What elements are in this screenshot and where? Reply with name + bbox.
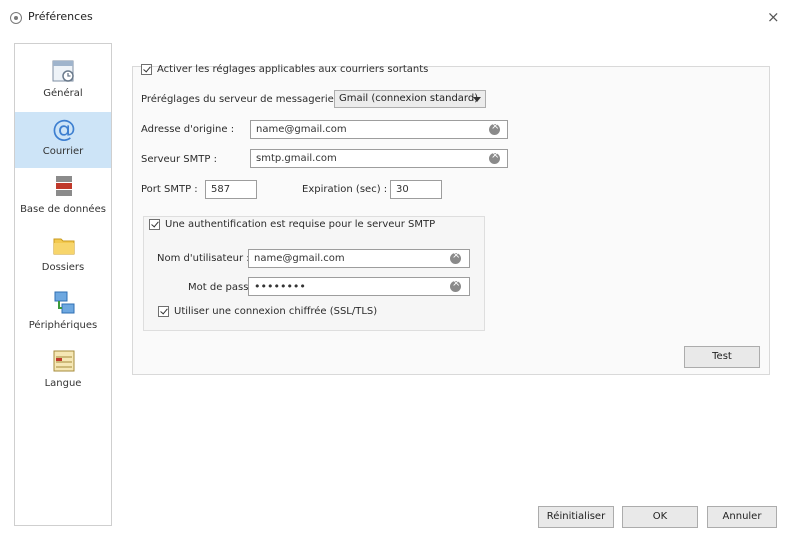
- username-label: Nom d'utilisateur :: [157, 253, 250, 264]
- smtp-port-label: Port SMTP :: [141, 184, 198, 195]
- clear-origin-address-icon[interactable]: [489, 121, 500, 135]
- enable-outgoing-label: Activer les réglages applicables aux cou…: [157, 64, 429, 75]
- app-icon: [10, 12, 22, 24]
- username-field[interactable]: name@gmail.com: [248, 249, 470, 268]
- sidebar-item-langue[interactable]: Langue: [15, 344, 111, 400]
- database-icon: [56, 176, 72, 196]
- auth-required-checkbox[interactable]: [149, 219, 160, 230]
- ssl-label: Utiliser une connexion chiffrée (SSL/TLS…: [174, 306, 378, 317]
- test-button[interactable]: Test: [684, 346, 760, 368]
- clear-password-icon[interactable]: [450, 278, 461, 292]
- sidebar-item-database[interactable]: Base de données: [15, 170, 111, 226]
- sidebar-item-dossiers[interactable]: Dossiers: [15, 228, 111, 284]
- enable-outgoing-checkbox[interactable]: [141, 64, 152, 75]
- timeout-label: Expiration (sec) :: [302, 184, 388, 195]
- password-field[interactable]: ••••••••: [248, 277, 470, 296]
- smtp-port-field[interactable]: 587: [205, 180, 257, 199]
- title-bar: Préférences ×: [0, 0, 790, 40]
- general-settings-icon: [52, 60, 74, 82]
- sidebar-item-label: Base de données: [20, 204, 106, 215]
- folder-icon: [53, 238, 75, 255]
- language-icon: [53, 350, 75, 372]
- sidebar-item-label: Dossiers: [41, 262, 85, 273]
- timeout-field[interactable]: 30: [390, 180, 442, 199]
- sidebar: Général @ Courrier Base de données Dossi…: [14, 43, 112, 526]
- auth-required-label: Une authentification est requise pour le…: [165, 219, 436, 230]
- sidebar-item-label: Périphériques: [28, 320, 98, 331]
- chevron-down-icon: [473, 97, 481, 102]
- server-preset-value: Gmail (connexion standard): [339, 93, 479, 104]
- clear-smtp-server-icon[interactable]: [489, 150, 500, 164]
- at-sign-mail-icon: @: [52, 116, 76, 142]
- window-title: Préférences: [28, 10, 93, 23]
- sidebar-item-label: Courrier: [42, 146, 84, 157]
- username-value: name@gmail.com: [254, 253, 345, 264]
- origin-address-label: Adresse d'origine :: [141, 124, 235, 135]
- ok-button[interactable]: OK: [622, 506, 698, 528]
- password-value: ••••••••: [254, 280, 306, 293]
- network-devices-icon: [54, 291, 75, 314]
- clear-username-icon[interactable]: [450, 250, 461, 264]
- timeout-value: 30: [396, 184, 409, 195]
- smtp-server-value: smtp.gmail.com: [256, 153, 337, 164]
- sidebar-item-label: Langue: [44, 378, 82, 389]
- origin-address-value: name@gmail.com: [256, 124, 347, 135]
- smtp-server-label: Serveur SMTP :: [141, 154, 217, 165]
- smtp-server-field[interactable]: smtp.gmail.com: [250, 149, 508, 168]
- sidebar-item-courrier[interactable]: @ Courrier: [15, 112, 111, 168]
- origin-address-field[interactable]: name@gmail.com: [250, 120, 508, 139]
- sidebar-item-label: Général: [43, 88, 83, 99]
- ssl-checkbox[interactable]: [158, 306, 169, 317]
- smtp-port-value: 587: [211, 184, 231, 195]
- sidebar-item-general[interactable]: Général: [15, 54, 111, 110]
- sidebar-item-peripheriques[interactable]: Périphériques: [15, 286, 111, 342]
- reset-button[interactable]: Réinitialiser: [538, 506, 614, 528]
- server-preset-label: Préréglages du serveur de messagerie :: [141, 94, 341, 105]
- cancel-button[interactable]: Annuler: [707, 506, 777, 528]
- svg-text:@: @: [52, 116, 76, 142]
- close-icon[interactable]: ×: [767, 8, 780, 26]
- server-preset-select[interactable]: Gmail (connexion standard): [334, 90, 486, 108]
